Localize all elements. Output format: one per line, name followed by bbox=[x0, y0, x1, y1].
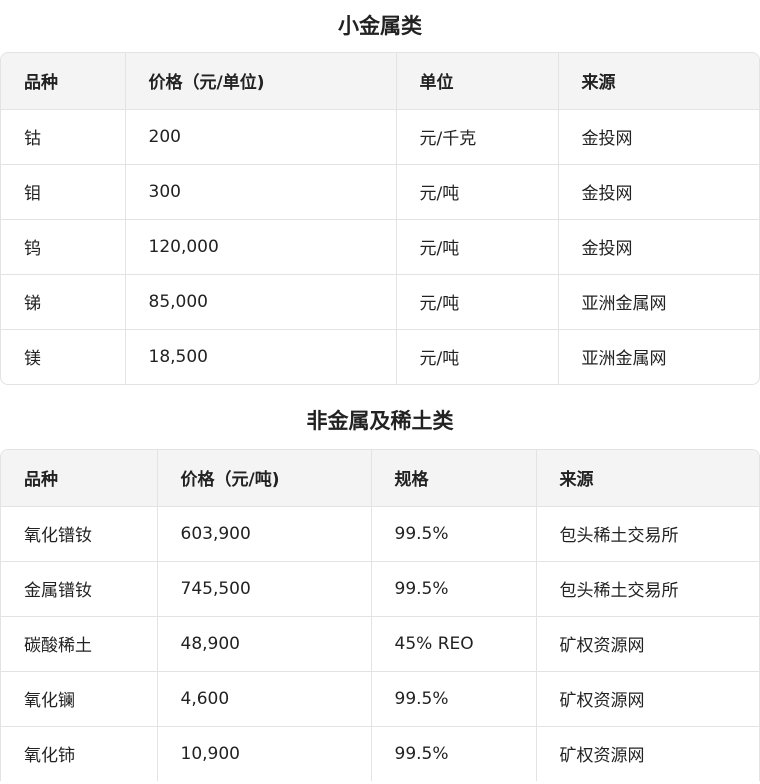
column-header: 品种 bbox=[1, 53, 126, 110]
table-cell: 120,000 bbox=[125, 219, 397, 275]
table-cell: 钨 bbox=[1, 219, 126, 275]
small-metals-table: 品种 价格（元/单位) 单位 来源 钴 200 元/千克 金投网 钼 300 元… bbox=[0, 52, 760, 385]
table-row: 氧化镨钕 603,900 99.5% 包头稀土交易所 bbox=[1, 506, 759, 562]
table-cell: 元/吨 bbox=[396, 274, 559, 330]
table-cell: 18,500 bbox=[125, 329, 397, 384]
table-cell: 99.5% bbox=[371, 726, 537, 781]
section-small-metals: 小金属类 品种 价格（元/单位) 单位 来源 钴 200 元/千克 金投网 钼 … bbox=[0, 0, 760, 385]
table-cell: 200 bbox=[125, 109, 397, 165]
table-row: 氧化铈 10,900 99.5% 矿权资源网 bbox=[1, 726, 759, 781]
table-cell: 氧化镨钕 bbox=[1, 506, 158, 562]
table-cell: 矿权资源网 bbox=[536, 671, 759, 727]
table-header-row: 品种 价格（元/吨) 规格 来源 bbox=[1, 450, 759, 507]
table-cell: 99.5% bbox=[371, 671, 537, 727]
nonmetal-rare-earth-table: 品种 价格（元/吨) 规格 来源 氧化镨钕 603,900 99.5% 包头稀土… bbox=[0, 449, 760, 781]
column-header: 价格（元/单位) bbox=[125, 53, 397, 110]
table-cell: 钼 bbox=[1, 164, 126, 220]
section-nonmetal-rare-earth: 非金属及稀土类 品种 价格（元/吨) 规格 来源 氧化镨钕 603,900 99… bbox=[0, 385, 760, 781]
table-row: 氧化镧 4,600 99.5% 矿权资源网 bbox=[1, 671, 759, 727]
table-cell: 48,900 bbox=[157, 616, 372, 672]
column-header: 品种 bbox=[1, 450, 158, 507]
table-cell: 45% REO bbox=[371, 616, 537, 672]
table-cell: 锑 bbox=[1, 274, 126, 330]
table-row: 钨 120,000 元/吨 金投网 bbox=[1, 219, 759, 275]
table-cell: 亚洲金属网 bbox=[581, 349, 667, 370]
table-cell: 金投网 bbox=[558, 164, 759, 220]
table-cell: 10,900 bbox=[157, 726, 372, 781]
table-row: 金属镨钕 745,500 99.5% 包头稀土交易所 bbox=[1, 561, 759, 617]
table-cell: 元/吨 bbox=[396, 219, 559, 275]
table-cell: 碳酸稀土 bbox=[1, 616, 158, 672]
table-cell: 氧化铈 bbox=[1, 726, 158, 781]
table-cell: 元/千克 bbox=[396, 109, 559, 165]
table-cell: 矿权资源网 bbox=[559, 746, 645, 767]
table-cell: 99.5% bbox=[371, 506, 537, 562]
table-cell: 亚洲金属网 bbox=[558, 274, 759, 330]
table-cell: 300 bbox=[125, 164, 397, 220]
table-cell: 氧化镧 bbox=[1, 671, 158, 727]
table-cell: 金属镨钕 bbox=[1, 561, 158, 617]
section-title-nonmetal-rare-earth: 非金属及稀土类 bbox=[306, 409, 454, 433]
table-cell: 99.5% bbox=[371, 561, 537, 617]
table-cell: 金投网 bbox=[558, 109, 759, 165]
column-header: 规格 bbox=[371, 450, 537, 507]
column-header: 价格（元/吨) bbox=[157, 450, 372, 507]
table-cell: 镁 bbox=[1, 329, 126, 384]
column-header: 来源 bbox=[536, 450, 759, 507]
table-header-row: 品种 价格（元/单位) 单位 来源 bbox=[1, 53, 759, 110]
table-cell: 745,500 bbox=[157, 561, 372, 617]
table-cell: 85,000 bbox=[125, 274, 397, 330]
table-cell: 矿权资源网 bbox=[536, 616, 759, 672]
table-cell: 包头稀土交易所 bbox=[536, 561, 759, 617]
column-header: 单位 bbox=[396, 53, 559, 110]
section-title-small-metals: 小金属类 bbox=[338, 14, 422, 38]
table-row: 碳酸稀土 48,900 45% REO 矿权资源网 bbox=[1, 616, 759, 672]
table-cell: 603,900 bbox=[157, 506, 372, 562]
table-row: 镁 18,500 元/吨 亚洲金属网 bbox=[1, 329, 759, 384]
table-row: 锑 85,000 元/吨 亚洲金属网 bbox=[1, 274, 759, 330]
table-row: 钴 200 元/千克 金投网 bbox=[1, 109, 759, 165]
table-cell: 金投网 bbox=[558, 219, 759, 275]
table-cell: 元/吨 bbox=[396, 164, 559, 220]
column-header: 来源 bbox=[558, 53, 759, 110]
table-cell: 4,600 bbox=[157, 671, 372, 727]
table-cell: 元/吨 bbox=[396, 329, 559, 384]
table-cell: 包头稀土交易所 bbox=[536, 506, 759, 562]
table-row: 钼 300 元/吨 金投网 bbox=[1, 164, 759, 220]
table-cell: 钴 bbox=[1, 109, 126, 165]
